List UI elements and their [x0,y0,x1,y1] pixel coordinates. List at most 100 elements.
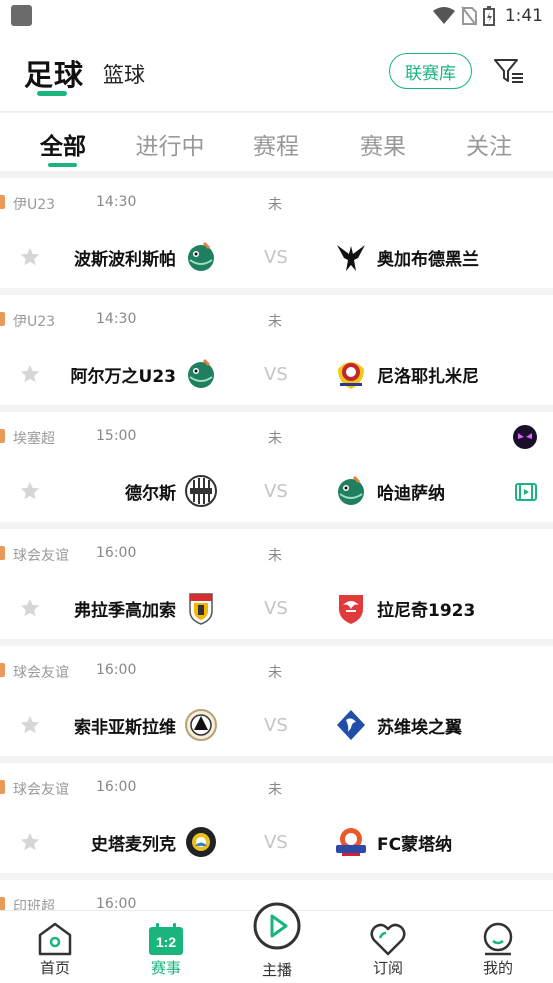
nav-subscribe[interactable]: 订阅 [333,911,443,983]
vs-label: VS [264,247,288,268]
match-card[interactable]: 球会友谊 16:00 未 史塔麦列克 VS FC蒙塔纳 [0,763,553,873]
star-icon[interactable] [19,831,41,853]
match-status: 未 [268,197,282,213]
nav-label: 主播 [261,961,292,979]
app-notification-icon [11,5,32,26]
profile-icon [483,922,513,956]
match-card[interactable]: 伊U23 14:30 未 波斯波利斯帕 VS 奥加布德黑兰 [0,178,553,288]
league-marker [0,546,5,560]
match-time: 16:00 [96,779,137,795]
tab-live[interactable]: 进行中 [117,127,223,161]
nav-matches[interactable]: 1:2 赛事 [111,911,221,983]
league-name: 球会友谊 [13,665,69,681]
league-name: 伊U23 [13,197,56,213]
nav-label: 赛事 [150,959,181,977]
filter-icon[interactable] [492,54,526,88]
gear-logo-icon [186,827,216,857]
video-icon[interactable] [514,481,538,503]
nav-label: 订阅 [372,959,403,977]
team-logo-icon [338,475,364,505]
league-marker [0,897,5,911]
match-status: 未 [268,314,282,330]
tab-following[interactable]: 关注 [436,127,542,161]
sport-tab-basketball[interactable]: 篮球 [103,59,145,89]
league-name: 球会友谊 [13,548,69,564]
team-logo-icon [188,241,214,271]
team-logo-icon [185,475,217,507]
away-team-name: 拉尼奇1923 [377,601,476,621]
vs-label: VS [264,715,288,736]
away-team-name: 尼洛耶扎米尼 [377,367,479,387]
team-logo-icon [336,828,366,856]
league-marker [0,780,5,794]
league-name: 球会友谊 [13,782,69,798]
away-team-name: 哈迪萨纳 [377,484,445,504]
home-team-name: 德尔斯 [125,484,176,504]
match-status: 未 [268,665,282,681]
home-team-name: 史塔麦列克 [91,835,176,855]
star-icon[interactable] [19,246,41,268]
match-time: 16:00 [96,662,137,678]
status-icons: 1:41 [432,5,543,27]
vs-label: VS [264,481,288,502]
league-marker [0,663,5,677]
match-status: 未 [268,782,282,798]
tab-all[interactable]: 全部 [10,127,116,161]
match-time: 14:30 [96,311,137,327]
shield-logo-icon [189,593,213,625]
match-status: 未 [268,431,282,447]
league-marker [0,312,5,326]
star-icon[interactable] [19,714,41,736]
nav-profile[interactable]: 我的 [443,911,553,983]
battery-icon [482,6,495,26]
match-time: 15:00 [96,428,137,444]
match-status: 未 [268,548,282,564]
anchor-avatar-icon[interactable] [512,424,538,450]
nav-home[interactable]: 首页 [0,911,110,983]
league-marker [0,429,5,443]
shield-logo-icon [339,595,363,624]
bottom-nav: 首页 1:2 赛事 主播 订阅 我的 [0,902,553,983]
team-logo-icon [185,709,217,741]
tab-underline [48,163,77,167]
league-marker [0,195,5,209]
vs-label: VS [264,832,288,853]
match-time: 14:30 [96,194,137,210]
sport-tab-football[interactable]: 足球 [24,52,84,94]
match-card[interactable]: 埃塞超 15:00 未 德尔斯 VS 哈迪萨纳 [0,412,553,522]
team-logo-icon [188,358,214,388]
home-team-name: 弗拉季高加索 [74,601,176,621]
tab-schedule[interactable]: 赛程 [223,127,329,161]
vs-label: VS [264,364,288,385]
league-library-button[interactable]: 联赛库 [389,53,472,89]
nav-anchor[interactable]: 主播 [222,902,332,983]
home-team-name: 波斯波利斯帕 [74,250,176,270]
eagle-logo-icon [337,245,365,271]
away-team-name: 奥加布德黑兰 [377,250,479,270]
status-time: 1:41 [504,6,543,26]
diamond-logo-icon [337,710,365,740]
match-card[interactable]: 球会友谊 16:00 未 弗拉季高加索 VS 拉尼奇1923 [0,529,553,639]
crest-logo-icon [338,362,364,389]
home-team-name: 阿尔万之U23 [70,367,176,387]
top-bar: 足球 篮球 联赛库 [0,34,553,112]
league-name: 伊U23 [13,314,56,330]
home-team-name: 索非亚斯拉维 [74,718,176,738]
match-tabs: 全部 进行中 赛程 赛果 关注 [0,113,553,171]
status-bar: 1:41 [0,0,553,34]
match-time: 16:00 [96,545,137,561]
nav-label: 我的 [482,959,513,977]
star-icon[interactable] [19,480,41,502]
play-icon [253,902,301,950]
star-icon[interactable] [19,363,41,385]
sport-tab-underline [37,91,67,96]
match-card[interactable]: 伊U23 14:30 未 阿尔万之U23 VS 尼洛耶扎米尼 [0,295,553,405]
away-team-name: FC蒙塔纳 [377,835,453,855]
star-icon[interactable] [19,597,41,619]
nav-label: 首页 [39,959,70,977]
tab-results[interactable]: 赛果 [330,127,436,161]
league-name: 埃塞超 [13,431,55,447]
no-sim-icon [461,6,477,26]
away-team-name: 苏维埃之翼 [377,718,462,738]
match-card[interactable]: 球会友谊 16:00 未 索非亚斯拉维 VS 苏维埃之翼 [0,646,553,756]
